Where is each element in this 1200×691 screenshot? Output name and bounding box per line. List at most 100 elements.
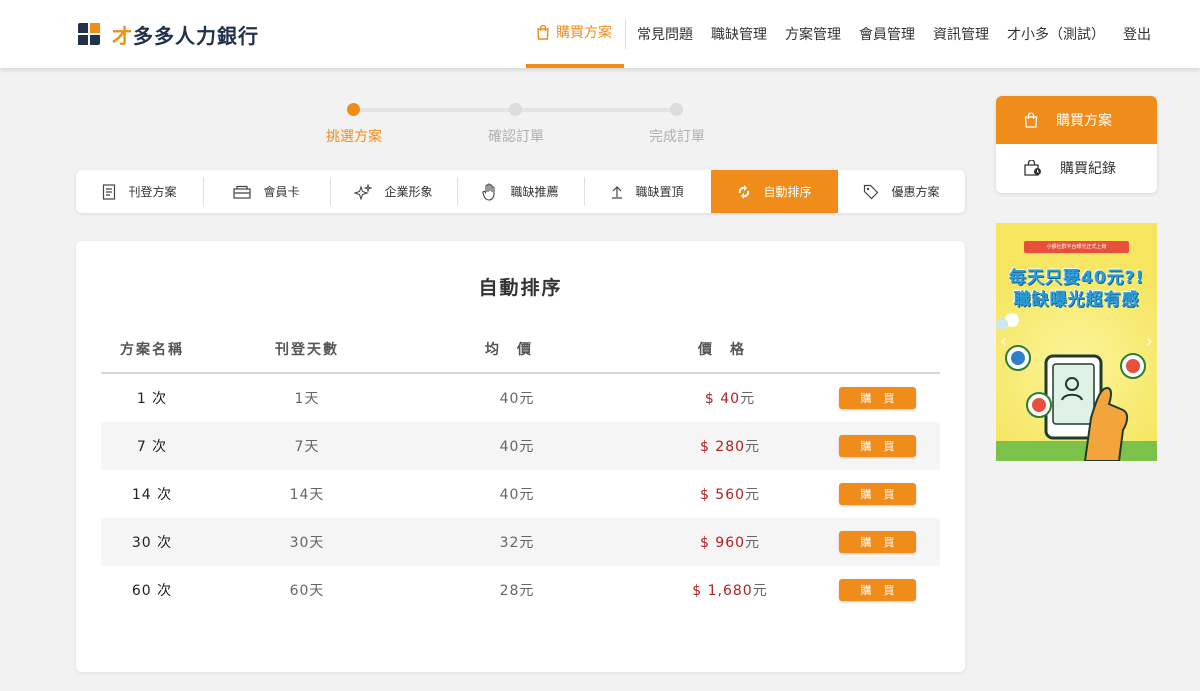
tab-label: 自動排序: [763, 185, 812, 199]
buy-button[interactable]: 購買: [839, 531, 916, 553]
col-avg-price: 均價: [485, 341, 549, 358]
banner-prev-icon[interactable]: ‹: [1000, 331, 1007, 352]
step-connector: [515, 108, 677, 112]
plan-days: 60天: [289, 583, 325, 599]
tab-label: 會員卡: [263, 185, 300, 199]
top-nav: 購買方案 常見問題 職缺管理 方案管理 會員管理 資訊管理 才小多（測試） 登出: [526, 0, 1160, 68]
top-header: 才多多人力銀行 購買方案 常見問題 職缺管理 方案管理 會員管理 資訊管理 才小…: [0, 0, 1200, 68]
logo-name: 多多人力銀行: [133, 24, 259, 48]
table-row: 7 次 7天 40元 $ 280元 購買: [101, 422, 940, 470]
buy-button[interactable]: 購買: [839, 579, 916, 601]
tab-label: 職缺推薦: [510, 185, 559, 199]
nav-label: 購買方案: [556, 25, 612, 41]
plan-avg: 40元: [499, 391, 535, 407]
brand-logo[interactable]: 才多多人力銀行: [78, 20, 259, 49]
step-label-select: 挑選方案: [326, 129, 382, 145]
nav-job-management[interactable]: 職缺管理: [702, 0, 776, 68]
nav-buy-plans[interactable]: 購買方案: [526, 0, 624, 68]
price-unit: 元: [752, 583, 768, 599]
banner-headline-2: 職缺曝光超有感: [1013, 290, 1140, 310]
banner-ribbon: 小額社群平台曝光正式上線: [1024, 241, 1129, 253]
side-item-purchase-history[interactable]: 購買紀錄: [996, 144, 1157, 192]
table-row: 60 次 60天 28元 $ 1,680元 購買: [101, 566, 940, 614]
plan-category-tabs: 刊登方案 會員卡 企業形象 職缺推薦 職缺置頂 自動排序 優惠方案: [76, 170, 965, 213]
buy-button[interactable]: 購買: [839, 483, 916, 505]
order-stepper: 挑選方案 確認訂單 完成訂單: [324, 100, 705, 150]
plan-price: $ 960元: [623, 532, 837, 552]
phone-hand-illustration-icon: [996, 313, 1146, 461]
plan-avg: 28元: [499, 583, 535, 599]
plan-days: 7天: [294, 439, 320, 455]
plan-price: $ 1,680元: [623, 580, 837, 600]
tab-discount-plans[interactable]: 優惠方案: [838, 170, 965, 213]
tab-member-card[interactable]: 會員卡: [203, 170, 330, 213]
plan-days: 30天: [289, 535, 325, 551]
shopping-bag-icon: [537, 24, 549, 40]
side-item-label: 購買方案: [1056, 113, 1112, 129]
plan-avg: 40元: [499, 487, 535, 503]
promo-banner[interactable]: 小額社群平台曝光正式上線 每天只要40元?! 職缺曝光超有感 ‹ ›: [996, 223, 1157, 461]
shopping-bag-icon: [1024, 112, 1038, 128]
buy-button[interactable]: 購買: [839, 387, 916, 409]
step-label-confirm: 確認訂單: [488, 129, 544, 145]
plan-name: 14 次: [131, 487, 173, 503]
logo-mark-icon: [78, 22, 102, 47]
nav-member-management[interactable]: 會員管理: [850, 0, 924, 68]
nav-faq[interactable]: 常見問題: [628, 0, 702, 68]
nav-label: 常見問題: [637, 27, 693, 43]
tab-company-image[interactable]: 企業形象: [330, 170, 457, 213]
buy-button[interactable]: 購買: [839, 435, 916, 457]
side-menu: 購買方案 購買紀錄: [996, 96, 1157, 193]
plan-avg: 40元: [499, 439, 535, 455]
col-days: 刊登天數: [275, 341, 339, 358]
nav-logout[interactable]: 登出: [1114, 0, 1160, 68]
table-row: 14 次 14天 40元 $ 560元 購買: [101, 470, 940, 518]
nav-label: 方案管理: [785, 27, 841, 43]
price-unit: 元: [740, 391, 756, 407]
tab-auto-sort[interactable]: 自動排序: [711, 170, 838, 213]
plan-days: 14天: [289, 487, 325, 503]
price-amount: $ 1,680: [692, 583, 753, 599]
tab-label: 職缺置頂: [635, 185, 684, 199]
nav-label: 才小多（測試）: [1007, 27, 1105, 43]
plan-name: 30 次: [131, 535, 173, 551]
plan-avg: 32元: [499, 535, 535, 551]
action-cell: 購買: [837, 531, 940, 553]
action-cell: 購買: [837, 435, 940, 457]
nav-label: 職缺管理: [711, 27, 767, 43]
price-amount: $ 280: [699, 439, 746, 455]
tab-listing-plans[interactable]: 刊登方案: [76, 170, 203, 213]
step-label-complete: 完成訂單: [649, 129, 705, 145]
tab-job-pin-top[interactable]: 職缺置頂: [584, 170, 711, 213]
document-icon: [103, 183, 116, 200]
nav-info-management[interactable]: 資訊管理: [924, 0, 998, 68]
col-plan-name: 方案名稱: [120, 341, 184, 358]
plan-price: $ 40元: [623, 388, 837, 408]
side-item-buy-plans[interactable]: 購買方案: [996, 96, 1157, 144]
side-item-label: 購買紀錄: [1060, 161, 1116, 177]
tab-label: 刊登方案: [128, 185, 177, 199]
step-dot-confirm: [509, 103, 522, 116]
step-connector: [353, 108, 515, 112]
price-amount: $ 960: [699, 535, 746, 551]
nav-user-account[interactable]: 才小多（測試）: [998, 0, 1114, 68]
nav-divider: [625, 19, 626, 49]
plan-table: 方案名稱 刊登天數 均價 價格 1 次 1天 40元 $ 40元 購買 7 次 …: [101, 325, 940, 614]
plan-days: 1天: [294, 391, 320, 407]
col-price: 價格: [698, 341, 762, 358]
price-unit: 元: [745, 487, 761, 503]
plan-price: $ 560元: [623, 484, 837, 504]
logo-text: 才多多人力銀行: [112, 20, 259, 49]
nav-label: 登出: [1123, 27, 1151, 43]
card-icon: [233, 185, 252, 199]
step-dot-select: [347, 103, 360, 116]
tag-icon: [864, 184, 879, 199]
nav-plan-management[interactable]: 方案管理: [776, 0, 850, 68]
price-amount: $ 40: [704, 391, 741, 407]
action-cell: 購買: [837, 483, 940, 505]
table-row: 1 次 1天 40元 $ 40元 購買: [101, 374, 940, 422]
tab-job-recommend[interactable]: 職缺推薦: [457, 170, 584, 213]
banner-next-icon[interactable]: ›: [1146, 331, 1153, 352]
price-amount: $ 560: [699, 487, 746, 503]
nav-label: 資訊管理: [933, 27, 989, 43]
